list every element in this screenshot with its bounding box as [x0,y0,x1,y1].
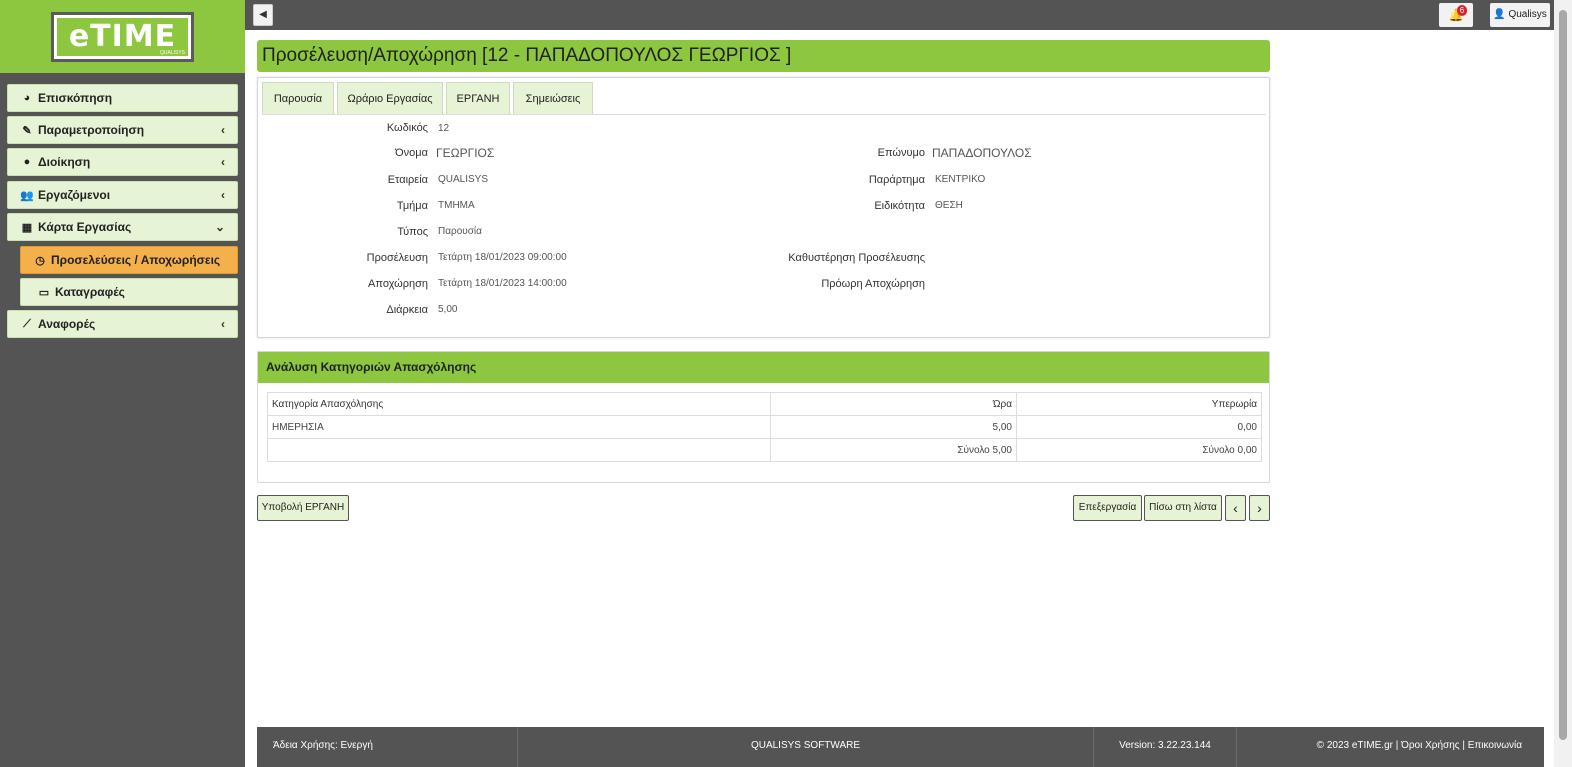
scrollbar[interactable] [1554,0,1572,767]
hours-total-cell: Σύνολο 5,00 [770,438,1017,462]
arrival-value: Τετάρτη 18/01/2023 09:00:00 [438,252,567,263]
globe-icon: ● [23,156,31,168]
tabs-divider [262,114,1266,115]
sidebar-item-arrivals-departures[interactable]: ◷ Προσελεύσεις / Αποχωρήσεις [20,246,238,274]
arrival-label: Προσέλευση [366,252,428,264]
clock-icon: ◷ [35,254,45,267]
tab-attendance[interactable]: Παρουσία [262,82,334,114]
caret-left-icon: ◀ [259,9,267,20]
column-header-hours: Ώρα [770,392,1017,416]
breakdown-panel: Ανάλυση Κατηγοριών Απασχόλησης Κατηγορία… [257,351,1270,483]
code-label: Κωδικός [386,122,428,134]
sidebar: eTIME QUALISYS ◕ Επισκόπηση ✎ Παραμετροπ… [0,0,245,767]
sidebar-toggle-button[interactable]: ◀ [253,4,273,26]
calendar-icon: ▦ [21,221,33,234]
footer-company: QUALISYS SOFTWARE [518,727,1094,767]
footer: Άδεια Χρήσης: Ενεργή QUALISYS SOFTWARE V… [257,727,1544,767]
sidebar-item-records[interactable]: ▭ Καταγραφές [20,278,238,306]
line-chart-icon: ⟋ [23,317,31,330]
notifications-badge: 6 [1457,5,1467,16]
overtime-total-cell: Σύνολο 0,00 [1016,438,1262,462]
submit-ergani-button[interactable]: Υποβολή ΕΡΓΑΝΗ [257,495,349,521]
sidebar-item-label: Προσελεύσεις / Αποχωρήσεις [51,253,221,267]
breakdown-title: Ανάλυση Κατηγοριών Απασχόλησης [258,352,1269,383]
etime-logo[interactable]: eTIME QUALISYS [51,12,194,62]
next-record-button[interactable]: › [1249,495,1270,521]
name-value: ΓΕΩΡΓΙΟΣ [436,146,495,160]
sidebar-item-label: Καταγραφές [55,285,125,299]
company-label: Εταιρεία [387,174,428,186]
branch-value: ΚΕΝΤΡΙΚΟ [935,174,986,185]
sidebar-item-label: Αναφορές [38,317,96,331]
sidebar-item-settings[interactable]: ✎ Παραμετροποίηση ‹ [7,116,238,144]
sidebar-item-employees[interactable]: 👥 Εργαζόμενοι ‹ [7,181,238,209]
tab-work-schedule[interactable]: Ωράριο Εργασίας [337,82,443,114]
sidebar-item-work-card[interactable]: ▦ Κάρτα Εργασίας ⌄ [7,213,238,241]
sidebar-item-label: Παραμετροποίηση [38,123,145,137]
card-icon: ▭ [38,286,50,299]
sidebar-item-label: Διοίκηση [38,155,91,169]
duration-value: 5,00 [438,304,458,315]
name-label: Όνομα [395,147,428,159]
code-value: 12 [438,123,450,134]
scrollbar-thumb[interactable] [1559,10,1567,740]
branch-label: Παράρτημα [868,174,925,186]
wrench-icon: ✎ [22,124,32,137]
surname-value: ΠΑΠΑΔΟΠΟΥΛΟΣ [932,146,1032,160]
early-departure-label: Πρόωρη Αποχώρηση [821,278,925,290]
chevron-left-icon: ‹ [221,155,225,169]
department-value: ΤΜΗΜΑ [438,200,475,211]
page-title: Προσέλευση/Αποχώρηση [12 - ΠΑΠΑΔΟΠΟΥΛΟΣ … [257,40,1270,72]
breakdown-table: Κατηγορία Απασχόλησης Ώρα Υπερωρία ΗΜΕΡΗ… [267,392,1262,462]
departure-label: Αποχώρηση [368,278,428,290]
top-bar: ◀ 🔔 6 👤 Qualisys [245,0,1554,30]
footer-copyright-links[interactable]: © 2023 eTIME.gr | Όροι Χρήσης | Επικοινω… [1237,727,1544,767]
chevron-left-icon: ‹ [221,317,225,331]
table-header-row: Κατηγορία Απασχόλησης Ώρα Υπερωρία [267,392,1262,416]
footer-license: Άδεια Χρήσης: Ενεργή [257,727,518,767]
duration-label: Διάρκεια [386,304,428,316]
specialty-value: ΘΕΣΗ [935,200,963,211]
notifications-button[interactable]: 🔔 6 [1439,3,1473,27]
user-label: Qualisys [1508,9,1547,20]
type-label: Τύπος [397,226,428,238]
logo-subtext: QUALISYS [159,50,185,56]
overtime-cell: 0,00 [1016,415,1262,439]
table-totals-row: Σύνολο 5,00 Σύνολο 0,00 [267,438,1262,462]
details-panel: Παρουσία Ωράριο Εργασίας ΕΡΓΑΝΗ Σημειώσε… [257,77,1270,338]
departure-value: Τετάρτη 18/01/2023 14:00:00 [438,278,567,289]
edit-button[interactable]: Επεξεργασία [1073,495,1142,521]
tab-ergani[interactable]: ΕΡΓΑΝΗ [446,82,510,114]
back-to-list-button[interactable]: Πίσω στη λίστα [1144,495,1222,521]
sidebar-item-reports[interactable]: ⟋ Αναφορές ‹ [7,310,238,338]
user-menu-button[interactable]: 👤 Qualisys [1490,3,1550,27]
department-label: Τμήμα [396,200,428,212]
sidebar-item-label: Επισκόπηση [38,91,113,105]
totals-empty-cell [267,438,771,462]
company-value: QUALISYS [438,174,489,185]
late-arrival-label: Καθυστέρηση Προσέλευσης [788,252,925,264]
chevron-left-icon: ‹ [221,188,225,202]
table-row: ΗΜΕΡΗΣΙΑ 5,00 0,00 [267,415,1262,439]
footer-version: Version: 3.22.23.144 [1094,727,1237,767]
category-cell: ΗΜΕΡΗΣΙΑ [267,415,771,439]
chevron-down-icon: ⌄ [214,220,225,234]
previous-record-button[interactable]: ‹ [1225,495,1246,521]
column-header-category: Κατηγορία Απασχόλησης [267,392,771,416]
type-value: Παρουσία [438,226,482,237]
sidebar-item-administration[interactable]: ● Διοίκηση ‹ [7,148,238,176]
sidebar-item-overview[interactable]: ◕ Επισκόπηση [7,84,238,112]
user-icon: 👤 [1493,9,1506,20]
sidebar-item-label: Εργαζόμενοι [38,188,111,202]
hours-cell: 5,00 [770,415,1017,439]
sidebar-item-label: Κάρτα Εργασίας [38,220,132,234]
users-icon: 👥 [20,189,34,202]
surname-label: Επώνυμο [877,147,925,159]
tab-notes[interactable]: Σημειώσεις [513,82,593,114]
chevron-left-icon: ‹ [221,123,225,137]
pie-chart-icon: ◕ [23,92,31,104]
column-header-overtime: Υπερωρία [1016,392,1262,416]
logo-area: eTIME QUALISYS [0,0,245,73]
specialty-label: Ειδικότητα [874,200,925,212]
